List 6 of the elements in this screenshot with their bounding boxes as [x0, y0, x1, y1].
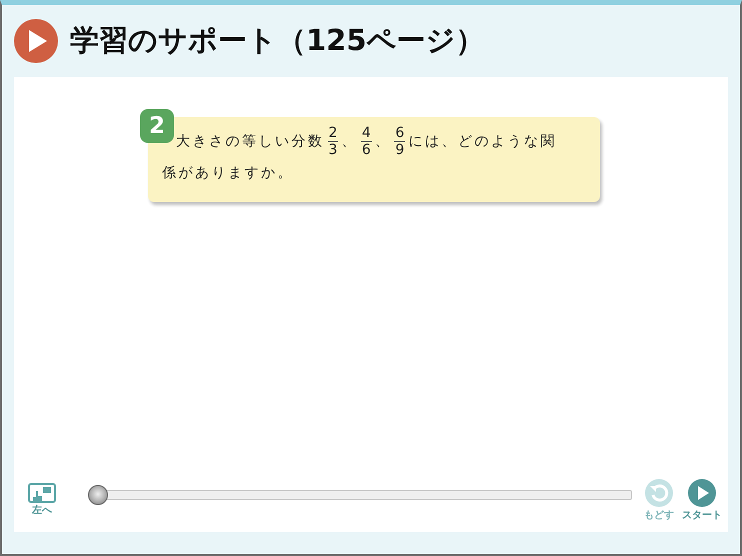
play-icon [14, 19, 58, 63]
question-number: 2 [140, 109, 174, 143]
start-button[interactable]: スタート [682, 478, 722, 522]
page-title: 学習のサポート（125ページ） [70, 22, 485, 59]
slider-thumb[interactable] [88, 485, 108, 505]
slider[interactable] [88, 485, 632, 505]
